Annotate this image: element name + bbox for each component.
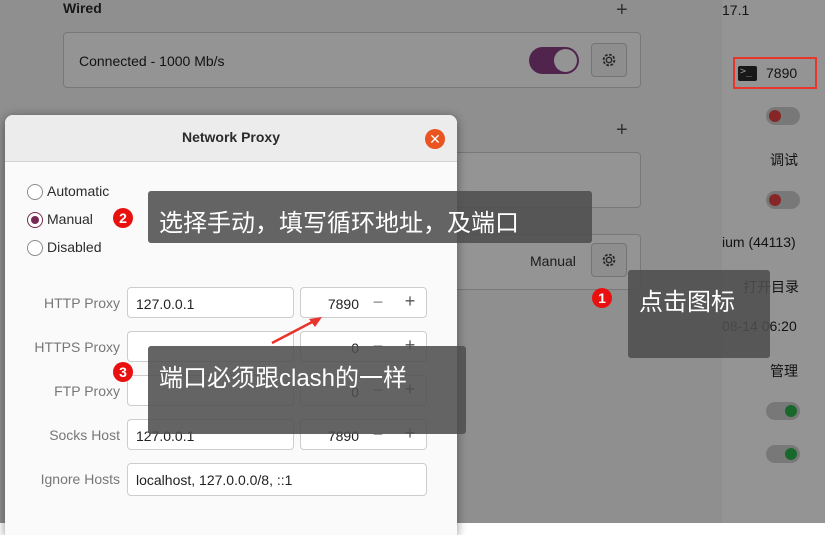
ignore-hosts-label: Ignore Hosts (40, 471, 120, 487)
arrow-icon (271, 317, 322, 345)
http-port-value: 7890 (327, 296, 359, 312)
step3-callout: 端口必须跟clash的一样 (148, 346, 466, 434)
ftp-proxy-label: FTP Proxy (54, 383, 120, 399)
radio-automatic[interactable] (27, 184, 43, 200)
http-proxy-label: HTTP Proxy (44, 295, 120, 311)
network-proxy-dialog: Network Proxy ✕ Automatic Manual Disable… (5, 115, 457, 535)
terminal-highlight-box (733, 57, 817, 89)
step1-callout: 点击图标 (628, 270, 770, 358)
radio-disabled[interactable] (27, 240, 43, 256)
step2-text: 选择手动，填写循环地址，及端口 (159, 210, 519, 237)
disabled-label: Disabled (47, 239, 102, 255)
dialog-title: Network Proxy (181, 129, 281, 145)
step2-badge: 2 (113, 208, 133, 228)
step2-callout: 选择手动，填写循环地址，及端口 (148, 191, 592, 243)
automatic-label: Automatic (47, 183, 110, 199)
dialog-titlebar: Network Proxy ✕ (5, 115, 457, 162)
minus-icon[interactable]: − (364, 292, 392, 313)
step1-badge: 1 (592, 288, 612, 308)
radio-manual[interactable] (27, 212, 43, 228)
socks-host-label: Socks Host (49, 427, 120, 443)
manual-label: Manual (47, 211, 93, 227)
plus-icon[interactable]: + (396, 291, 424, 312)
close-icon[interactable]: ✕ (425, 129, 445, 149)
step3-badge: 3 (113, 362, 133, 382)
step1-text: 点击图标 (639, 289, 735, 316)
step3-text: 端口必须跟clash的一样 (159, 365, 408, 392)
https-proxy-label: HTTPS Proxy (34, 339, 120, 355)
ignore-hosts-input[interactable]: localhost, 127.0.0.0/8, ::1 (127, 463, 427, 496)
